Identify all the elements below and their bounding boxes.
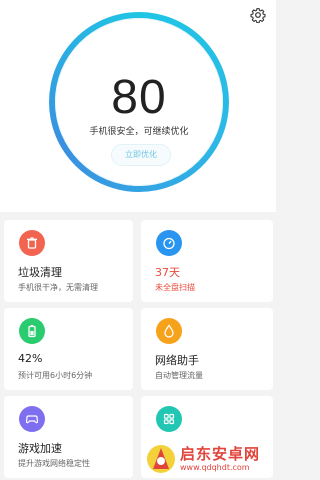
trash-icon xyxy=(19,230,45,256)
card-title: 42% xyxy=(18,352,43,365)
droplet-icon xyxy=(156,318,182,344)
site-watermark: 启东安卓网 www.qdqhdt.com xyxy=(146,440,274,478)
network-assistant-card[interactable]: 网络助手 自动管理流量 xyxy=(141,308,273,390)
card-subtitle: 提升游戏网络稳定性 xyxy=(18,459,90,468)
stopwatch-icon xyxy=(156,230,182,256)
card-title: 网络助手 xyxy=(155,354,199,367)
watermark-url: www.qdqhdt.com xyxy=(180,462,250,472)
gamepad-icon xyxy=(19,406,45,432)
score-ring-inner: 80 手机很安全，可继续优化 立即优化 xyxy=(55,18,223,186)
junk-cleanup-card[interactable]: 垃圾清理 手机很干净，无需清理 xyxy=(4,220,133,302)
virus-scan-card[interactable]: 37天 未全盘扫描 xyxy=(141,220,273,302)
security-status-text: 手机很安全，可继续优化 xyxy=(89,127,189,137)
optimize-now-button[interactable]: 立即优化 xyxy=(111,144,171,166)
security-score-panel: 80 手机很安全，可继续优化 立即优化 xyxy=(0,0,276,212)
card-subtitle: 自动管理流量 xyxy=(155,371,203,380)
settings-gear-icon[interactable] xyxy=(250,7,266,23)
watermark-logo-icon xyxy=(147,445,175,473)
card-title: 垃圾清理 xyxy=(18,266,62,279)
battery-card[interactable]: 42% 预计可用6小时6分钟 xyxy=(4,308,133,390)
card-title: 游戏加速 xyxy=(18,442,62,455)
game-boost-card[interactable]: 游戏加速 提升游戏网络稳定性 xyxy=(4,396,133,478)
grid-apps-icon xyxy=(156,406,182,432)
card-title: 37天 xyxy=(155,266,180,279)
score-ring: 80 手机很安全，可继续优化 立即优化 xyxy=(49,12,229,192)
card-subtitle: 未全盘扫描 xyxy=(155,283,195,292)
watermark-name: 启东安卓网 xyxy=(180,444,261,463)
battery-icon xyxy=(19,318,45,344)
card-subtitle: 手机很干净，无需清理 xyxy=(18,283,98,292)
security-score: 80 xyxy=(111,71,167,124)
card-subtitle: 预计可用6小时6分钟 xyxy=(18,371,93,380)
